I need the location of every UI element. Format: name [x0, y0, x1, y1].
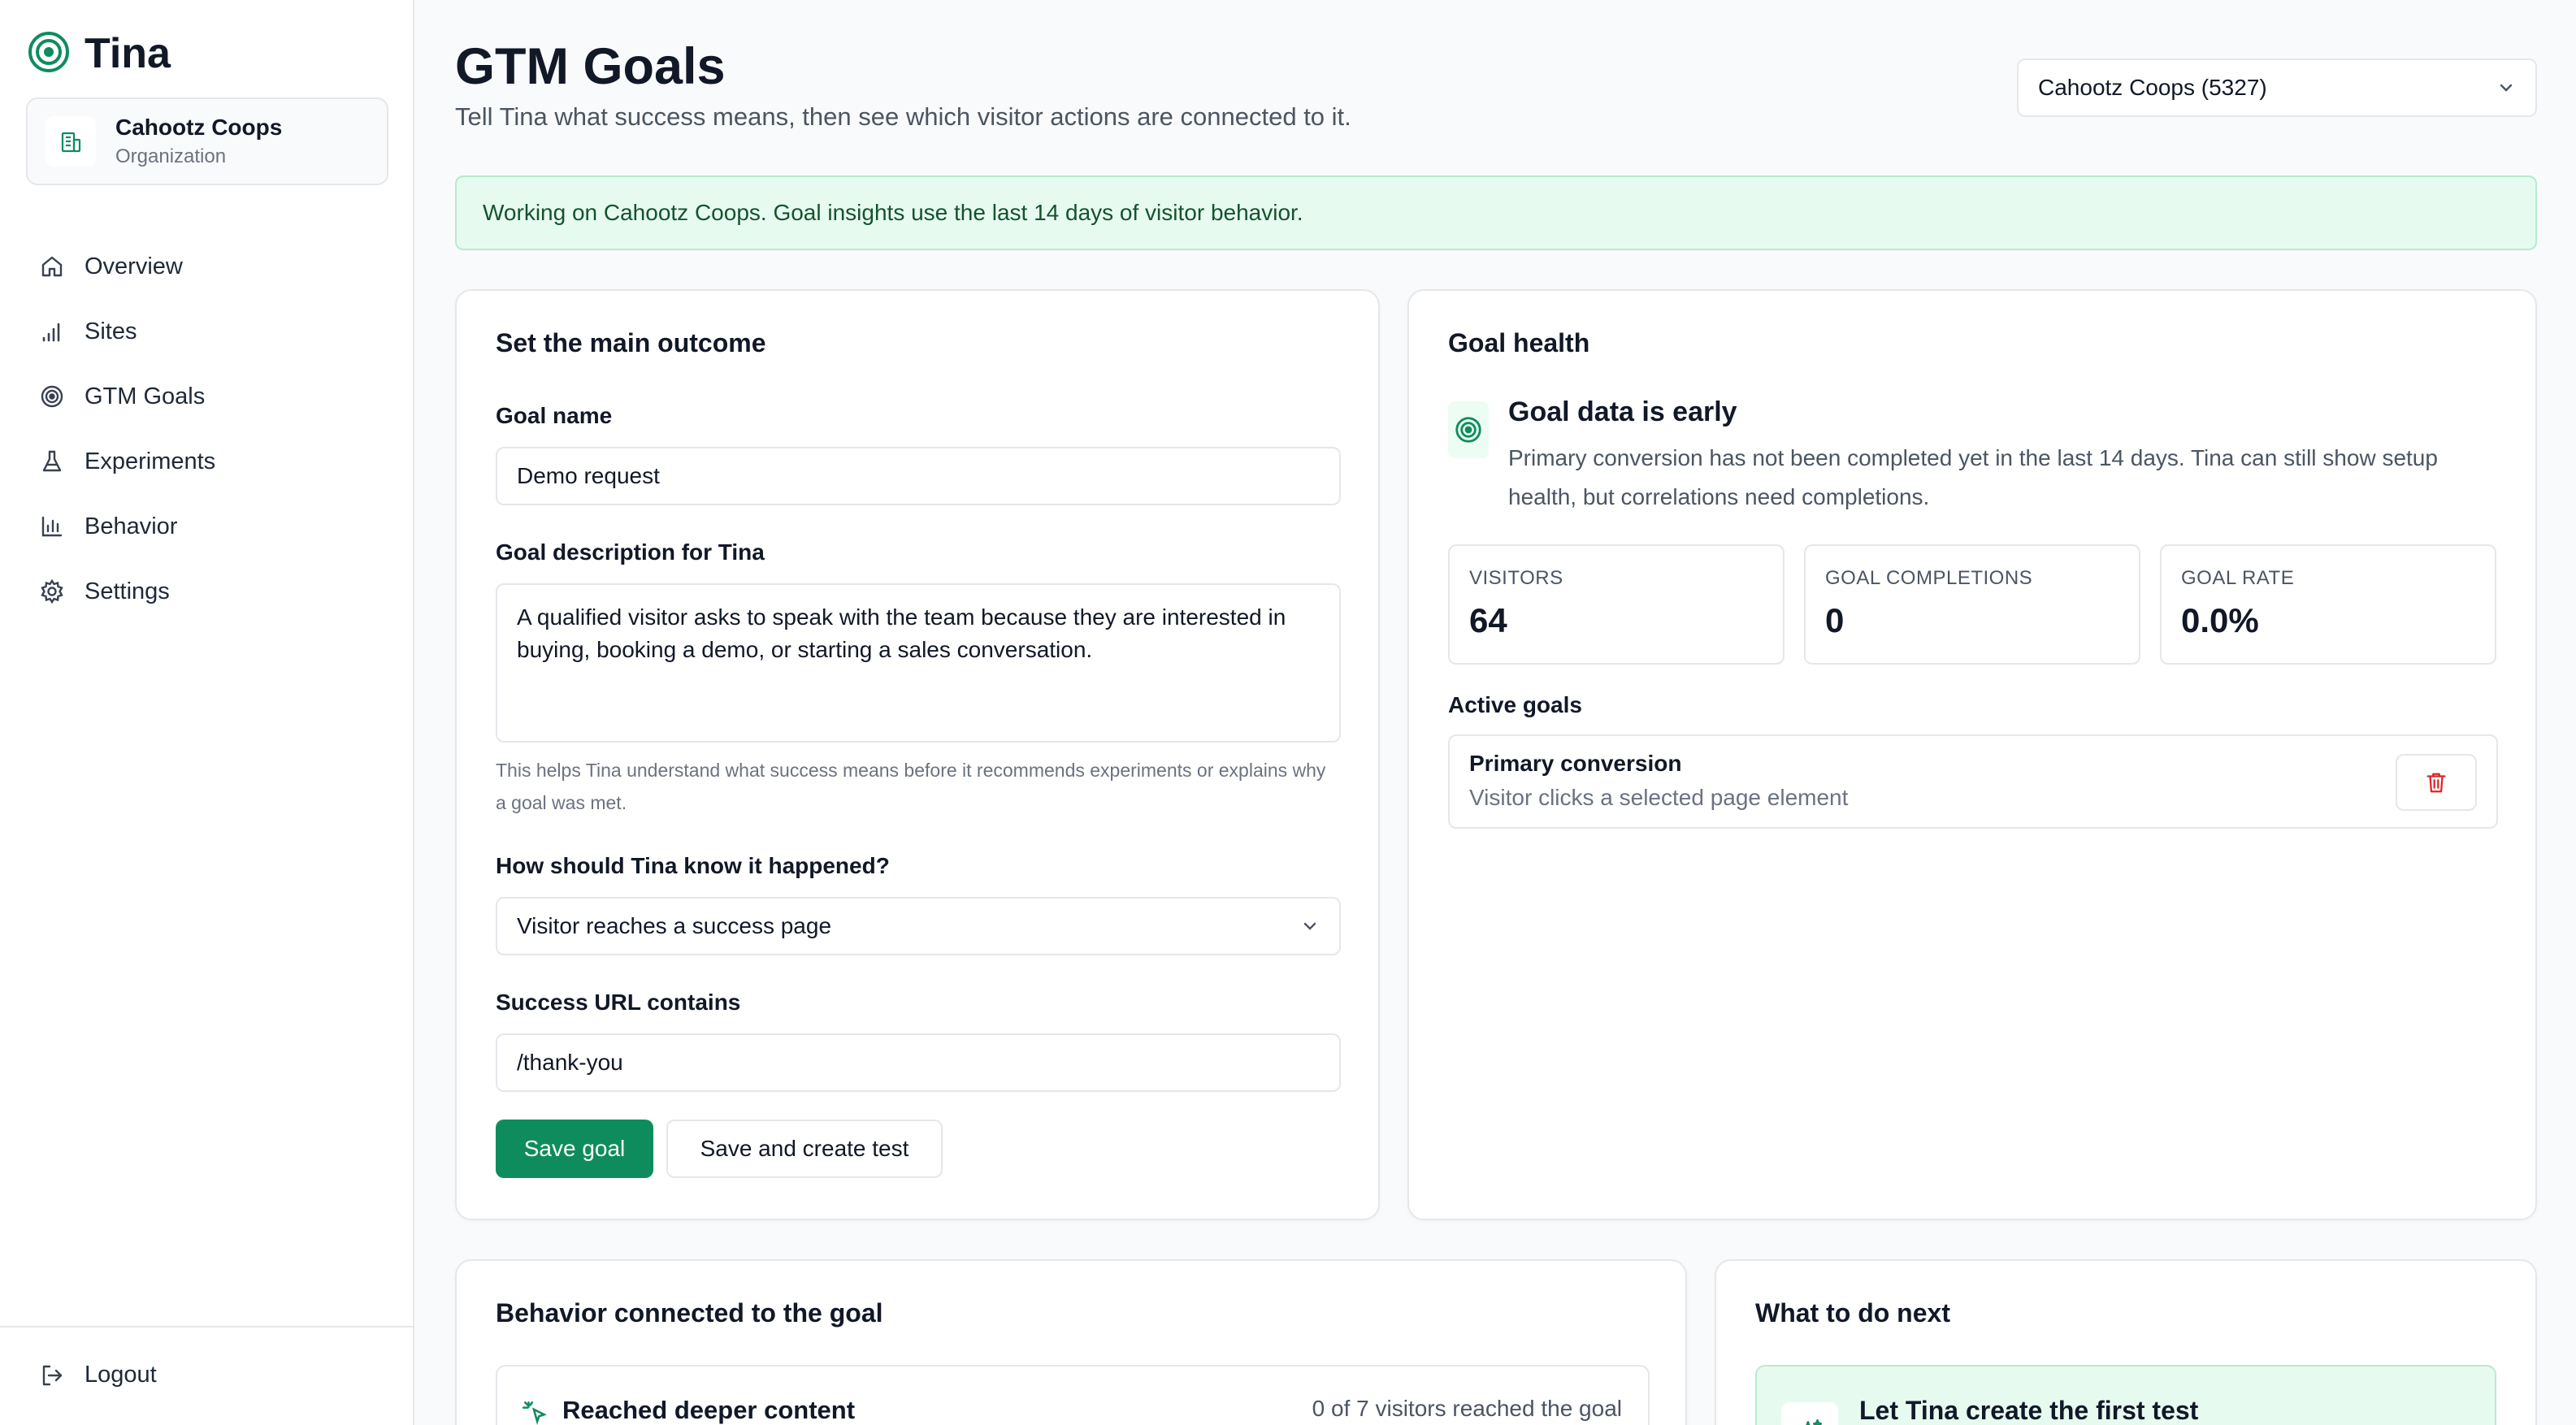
target-icon [1448, 401, 1489, 458]
stat-visitors: VISITORS 64 [1448, 544, 1785, 665]
stat-label: VISITORS [1469, 567, 1563, 589]
sidebar-item-label: Settings [85, 578, 170, 604]
logout-icon [42, 1365, 63, 1385]
sidebar-item-behavior[interactable]: Behavior [26, 494, 388, 559]
target-logo-icon [28, 31, 70, 77]
sparkles-icon [1781, 1402, 1838, 1425]
delete-goal-button[interactable] [2396, 754, 2477, 811]
logout-button[interactable]: Logout [39, 1362, 157, 1388]
chevron-down-icon [1303, 922, 1316, 930]
sidebar-nav: Overview Sites GTM Goals Experiments Beh… [26, 234, 388, 624]
sidebar-item-overview[interactable]: Overview [26, 234, 388, 299]
next-steps-card: What to do next Let Tina create the firs… [1715, 1259, 2537, 1425]
sidebar-item-label: Sites [85, 318, 137, 344]
stat-goal-completions: GOAL COMPLETIONS 0 [1804, 544, 2140, 665]
page-subtitle: Tell Tina what success means, then see w… [455, 102, 1351, 131]
sidebar-item-label: GTM Goals [85, 383, 206, 409]
page-title: GTM Goals [455, 38, 726, 95]
app-name: Tina [85, 30, 171, 77]
signal-bars-icon [42, 323, 60, 342]
sidebar-item-label: Overview [85, 253, 183, 279]
active-goals-label: Active goals [1448, 692, 1582, 717]
behavior-item-name: Reached deeper content [562, 1396, 856, 1424]
active-goal-name: Primary conversion [1469, 751, 1682, 776]
stat-value: 64 [1469, 601, 1507, 639]
goal-description-label: Goal description for Tina [496, 539, 765, 565]
goal-description-textarea[interactable]: A qualified visitor asks to speak with t… [496, 583, 1341, 743]
org-type: Organization [115, 145, 227, 167]
active-goal-row: Primary conversion Visitor clicks a sele… [1448, 734, 2498, 829]
brand[interactable]: Tina [28, 29, 171, 78]
org-name: Cahootz Coops [115, 115, 283, 140]
goal-name-label: Goal name [496, 403, 613, 428]
sidebar-item-settings[interactable]: Settings [26, 559, 388, 624]
stat-goal-rate: GOAL RATE 0.0% [2160, 544, 2496, 665]
active-goal-description: Visitor clicks a selected page element [1469, 785, 1849, 810]
sidebar-item-experiments[interactable]: Experiments [26, 429, 388, 494]
behavior-card: Behavior connected to the goal Reached d… [455, 1259, 1687, 1425]
success-url-input[interactable]: /thank-you [496, 1033, 1341, 1092]
sparkle-cursor-icon [522, 1401, 547, 1425]
logout-label: Logout [85, 1362, 157, 1388]
bar-chart-icon [41, 516, 63, 537]
behavior-item[interactable]: Reached deeper content 0 of 7 visitors r… [496, 1365, 1650, 1425]
organization-select[interactable]: Cahootz Coops (5327) [2017, 58, 2537, 117]
goal-status-description: Primary conversion has not been complete… [1508, 445, 2438, 509]
behavior-item-stat: 0 of 7 visitors reached the goal [1312, 1396, 1622, 1421]
sidebar-item-sites[interactable]: Sites [26, 299, 388, 364]
outcome-card-title: Set the main outcome [496, 328, 766, 357]
building-icon [46, 116, 96, 167]
chevron-down-icon [2500, 84, 2513, 92]
outcome-card: Set the main outcome Goal name Demo requ… [455, 289, 1380, 1220]
target-icon [41, 385, 63, 408]
organization-select-value: Cahootz Coops (5327) [2038, 75, 2267, 100]
org-card[interactable]: Cahootz Coops Organization [26, 97, 388, 185]
goal-health-title: Goal health [1448, 328, 1590, 357]
goal-name-input[interactable]: Demo request [496, 447, 1341, 505]
goal-description-helper: This helps Tina understand what success … [496, 760, 1326, 813]
sidebar-item-label: Behavior [85, 513, 178, 539]
behavior-card-title: Behavior connected to the goal [496, 1298, 883, 1328]
next-steps-title: What to do next [1755, 1298, 1950, 1328]
method-select[interactable]: Visitor reaches a success page [496, 897, 1341, 955]
next-step-item[interactable]: Let Tina create the first test [1755, 1365, 2496, 1425]
stat-label: GOAL RATE [2181, 567, 2295, 589]
sidebar-item-label: Experiments [85, 448, 216, 474]
goal-status-title: Goal data is early [1508, 396, 1737, 427]
info-notice: Working on Cahootz Coops. Goal insights … [455, 175, 2537, 250]
stat-value: 0.0% [2181, 601, 2259, 639]
stat-label: GOAL COMPLETIONS [1825, 567, 2033, 589]
method-label: How should Tina know it happened? [496, 853, 890, 878]
home-icon [41, 256, 63, 277]
sidebar-item-gtm-goals[interactable]: GTM Goals [26, 364, 388, 429]
success-url-label: Success URL contains [496, 990, 741, 1015]
stat-value: 0 [1825, 601, 1845, 639]
sidebar: Tina Cahootz Coops Organization Overview… [0, 0, 414, 1425]
gear-icon [41, 578, 63, 604]
goal-health-card: Goal health Goal data is early Primary c… [1407, 289, 2537, 1220]
save-and-create-test-button[interactable]: Save and create test [666, 1120, 943, 1178]
next-step-title: Let Tina create the first test [1859, 1396, 2199, 1425]
trash-icon [2426, 773, 2446, 793]
sidebar-footer: Logout [0, 1326, 414, 1425]
flask-icon [42, 450, 62, 472]
save-goal-button[interactable]: Save goal [496, 1120, 653, 1178]
method-select-value: Visitor reaches a success page [517, 913, 832, 938]
